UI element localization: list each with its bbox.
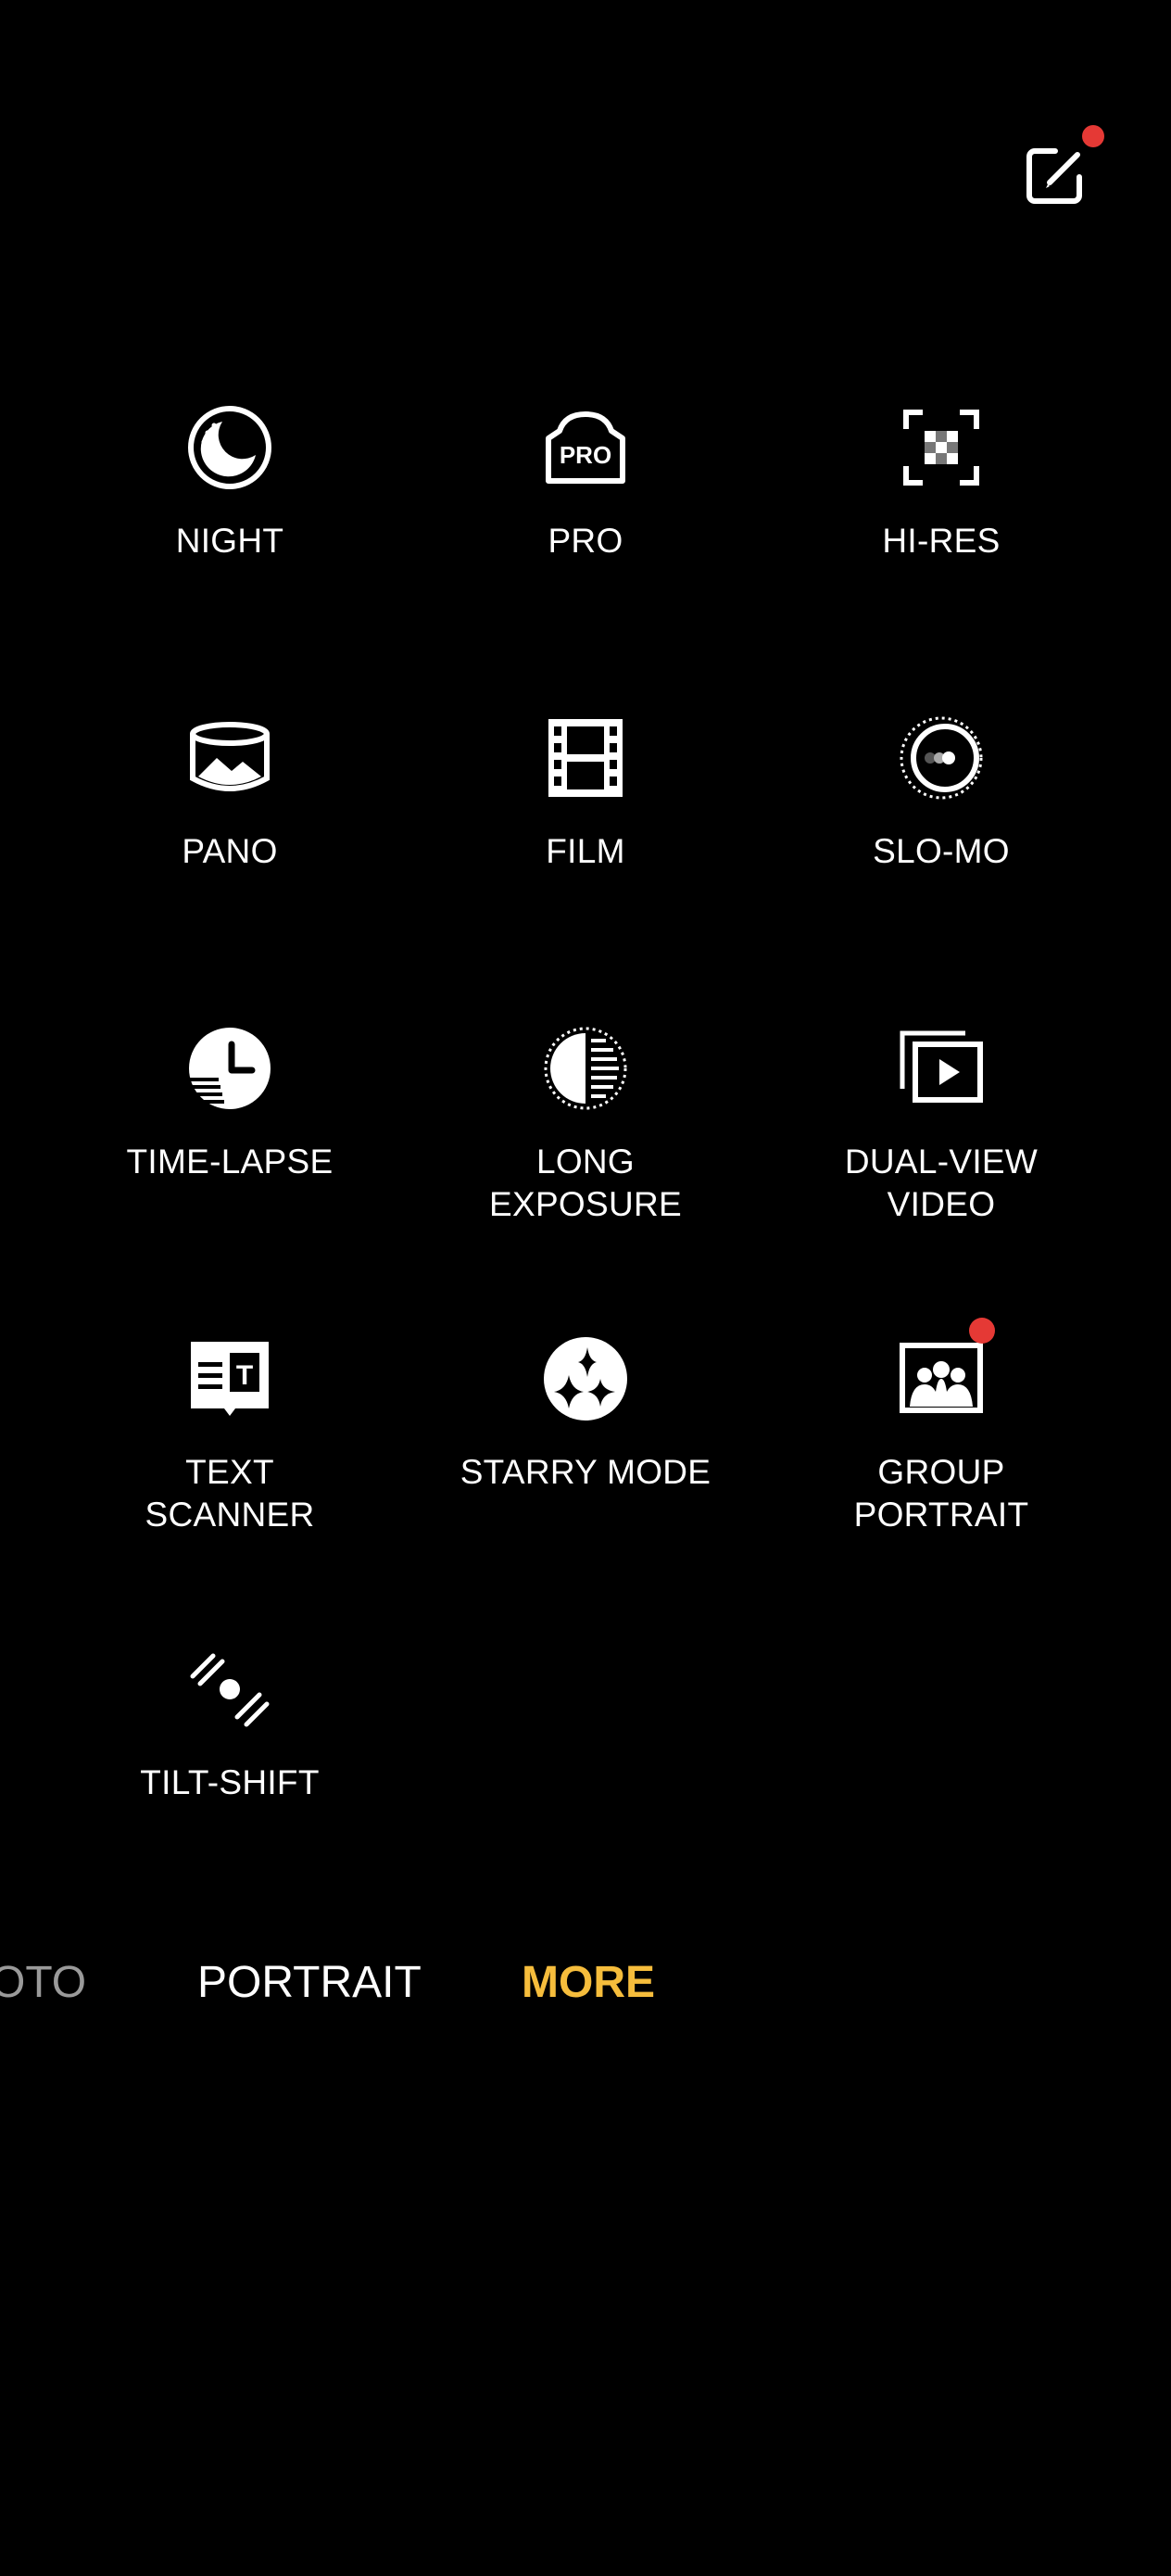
mode-pano[interactable]: PANO xyxy=(54,713,406,873)
mode-label: PRO xyxy=(548,522,623,560)
mode-label: STARRY MODE xyxy=(460,1453,711,1491)
mode-long-exposure[interactable]: LONG EXPOSURE xyxy=(409,1024,762,1226)
starry-sparkle-icon xyxy=(541,1334,630,1423)
group-portrait-icon xyxy=(897,1318,995,1423)
time-lapse-clock-icon xyxy=(185,1024,274,1113)
mode-label: NIGHT xyxy=(175,522,284,560)
tab-more[interactable]: MORE xyxy=(522,1951,655,2015)
mode-label: HI-RES xyxy=(882,522,1001,560)
new-badge xyxy=(969,1318,995,1344)
mode-slo-mo[interactable]: SLO-MO xyxy=(765,713,1117,873)
mode-label: SLO-MO xyxy=(873,832,1010,870)
mode-label: DUAL-VIEW VIDEO xyxy=(844,1143,1039,1223)
mode-label: TILT-SHIFT xyxy=(140,1763,320,1801)
mode-time-lapse[interactable]: TIME-LAPSE xyxy=(54,1024,406,1183)
mode-night[interactable]: NIGHT xyxy=(54,403,406,562)
mode-label: LONG EXPOSURE xyxy=(488,1143,682,1223)
edit-square-icon xyxy=(1026,148,1082,204)
film-strip-icon xyxy=(541,713,630,802)
mode-dual-view-video[interactable]: DUAL-VIEW VIDEO xyxy=(765,1024,1117,1226)
tab-photo[interactable]: OTO xyxy=(0,1951,86,2015)
mode-starry-mode[interactable]: STARRY MODE xyxy=(409,1334,762,1494)
mode-hi-res[interactable]: HI-RES xyxy=(765,403,1117,562)
night-moon-icon xyxy=(185,403,274,492)
mode-tab-bar: OTO PORTRAIT MORE xyxy=(0,1951,1171,2015)
mode-label: FILM xyxy=(546,832,625,870)
mode-film[interactable]: FILM xyxy=(409,713,762,873)
mode-label: TEXT SCANNER xyxy=(145,1453,315,1534)
text-scanner-icon: T xyxy=(185,1334,274,1423)
mode-text-scanner[interactable]: T TEXT SCANNER xyxy=(54,1334,406,1536)
mode-label: GROUP PORTRAIT xyxy=(853,1453,1029,1534)
mode-label: TIME-LAPSE xyxy=(126,1143,334,1181)
tab-portrait[interactable]: PORTRAIT xyxy=(197,1951,422,2015)
pro-camera-icon: PRO xyxy=(541,403,630,492)
mode-group-portrait[interactable]: GROUP PORTRAIT xyxy=(765,1318,1117,1536)
long-exposure-icon xyxy=(541,1024,630,1113)
edit-button[interactable] xyxy=(1024,144,1089,208)
panorama-icon xyxy=(185,713,274,802)
hi-res-grid-icon xyxy=(897,403,986,492)
svg-text:T: T xyxy=(236,1360,253,1391)
slow-motion-icon xyxy=(897,713,986,802)
dual-view-video-icon xyxy=(897,1024,986,1113)
mode-label: PANO xyxy=(182,832,278,870)
notification-dot xyxy=(1082,125,1104,147)
tilt-shift-icon xyxy=(185,1645,274,1734)
svg-text:PRO: PRO xyxy=(560,441,611,469)
mode-tilt-shift[interactable]: TILT-SHIFT xyxy=(54,1645,406,1804)
mode-pro[interactable]: PRO PRO xyxy=(409,403,762,562)
